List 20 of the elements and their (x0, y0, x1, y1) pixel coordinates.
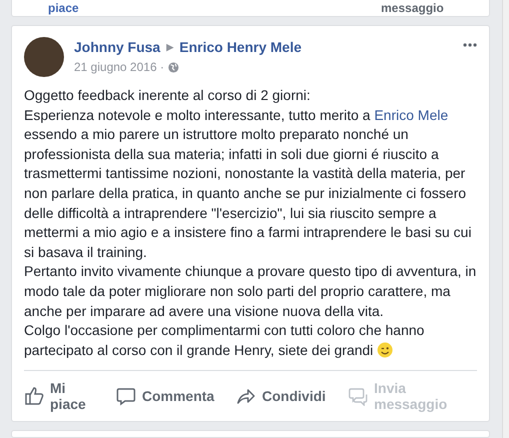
message-button[interactable]: messaggio (381, 1, 444, 15)
share-button[interactable]: Condividi (236, 386, 348, 406)
post-date[interactable]: 21 giugno 2016 · (74, 58, 164, 76)
post-paragraph: Esperienza notevole e molto interessante, tutto merito a Enrico Mele essendo a mio parere un istruttore molto preparato nonché un professionista della sua materia; infatti in soli due giorni é riuscito a trasmettermi tantissime nozioni, nonostante la vastità della materia, per non parlare della pratica, in quanto anche se pur inizialmente ci fossero delle difficoltà a intraprendere "l'esercizio", lui sia riuscito sempre a mettermi a mio agio e a insistere fino a farmi intraprendere le basi su cui si basava il training. (24, 106, 472, 262)
chat-bubbles-icon (348, 386, 368, 406)
speech-bubble-icon (116, 386, 136, 406)
post-paragraph: Oggetto feedback inerente al corso di 2 giorni: (24, 86, 312, 105)
post-paragraph: Colgo l'occasione per complimentarmi con tutti coloro che hanno partecipato al corso con il grande Henry, siete dei grandi (24, 321, 426, 360)
post-paragraph: Pertanto invito vivamente chiunque a provare questo tipo di avventura, in modo tale da poter migliorare non solo parti del proprio carattere, ma anche per imparare ad avere una visione nuova della vita. (24, 262, 478, 321)
thumbs-up-icon (24, 386, 44, 406)
target-link[interactable]: Enrico Henry Mele (179, 38, 302, 56)
like-button[interactable]: Mi piace (24, 380, 116, 412)
author-link[interactable]: Johnny Fusa (74, 38, 160, 56)
separator-arrow: ▶ (166, 41, 174, 54)
globe-icon (168, 62, 180, 72)
more-options-icon[interactable] (463, 43, 477, 47)
mention-link[interactable]: Enrico Mele (374, 106, 448, 123)
avatar (24, 37, 64, 77)
comment-button[interactable]: Commenta (116, 386, 236, 406)
like-button[interactable]: piace (48, 1, 381, 15)
